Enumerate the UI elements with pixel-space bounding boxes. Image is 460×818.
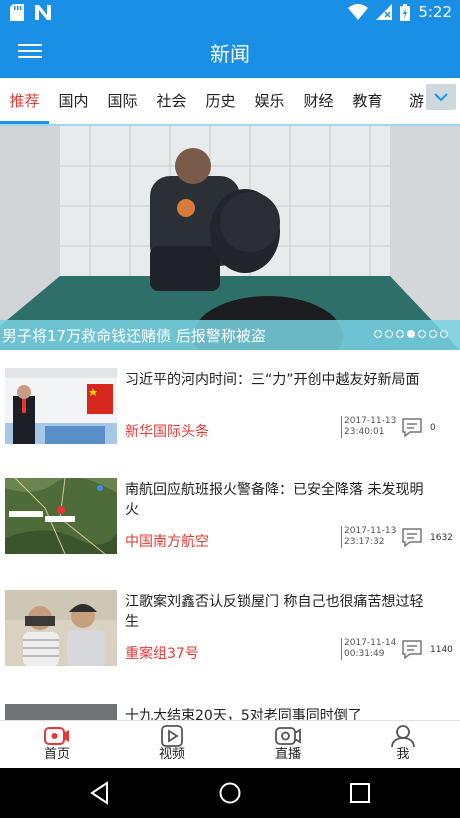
page-title: 新闻 [210, 42, 250, 66]
comment-count: 1140 [430, 645, 453, 655]
home-icon[interactable] [217, 780, 243, 806]
nav-home-label: 首页 [43, 747, 70, 762]
banner-image [0, 126, 460, 350]
nav-home[interactable]: 首页 [27, 721, 87, 769]
carousel-indicator [374, 330, 448, 338]
news-thumbnail [5, 478, 117, 554]
banner-caption-bar: 男子将17万救命钱还赌债 后报警称被盗 [0, 320, 460, 350]
nav-live-label: 直播 [274, 747, 301, 762]
chevron-down-icon [434, 93, 448, 102]
news-time: 2017-11-13 23:40:01 [341, 416, 396, 438]
carousel-dot[interactable] [374, 330, 382, 338]
bottom-navigation: 首页 视频 直播 我 [0, 720, 460, 769]
news-thumbnail [5, 590, 117, 666]
app-bar: 新闻 [0, 26, 460, 78]
news-source[interactable]: 新华国际头条 [125, 421, 209, 441]
news-time: 2017-11-14 00:31:49 [341, 638, 396, 660]
home-video-icon [44, 727, 69, 745]
news-item[interactable]: 十九大结束20天，5对老同事同时倒了 [0, 694, 460, 720]
carousel-dot[interactable] [440, 330, 448, 338]
tab-item[interactable]: 娱乐 [245, 78, 294, 124]
tab-item[interactable]: 国内 [49, 78, 98, 124]
back-icon[interactable] [87, 780, 113, 806]
comment-count: 1632 [430, 533, 453, 543]
person-icon [391, 725, 415, 748]
tab-item[interactable]: 教育 [343, 78, 392, 124]
nav-video-label: 视频 [158, 747, 185, 762]
banner-caption: 男子将17万救命钱还赌债 后报警称被盗 [2, 327, 266, 345]
comment-icon[interactable] [401, 418, 423, 438]
news-item[interactable]: 习近平的河内时间：三“力”开创中越友好新局面 新华国际头条 2017-11-13… [0, 358, 460, 468]
category-tabs: 推荐 国内 国际 社会 历史 娱乐 财经 教育游 [0, 78, 460, 126]
nav-video[interactable]: 视频 [142, 721, 202, 769]
news-headline: 习近平的河内时间：三“力”开创中越友好新局面 [125, 372, 420, 388]
news-headline: 江歌案刘鑫否认反锁屋门 称自己也很痛苦想过轻生 [125, 594, 424, 630]
carousel-dot[interactable] [429, 330, 437, 338]
notification-n-icon [35, 5, 51, 20]
nav-live[interactable]: 直播 [258, 721, 318, 769]
news-time: 2017-11-13 23:17:32 [341, 526, 396, 548]
tab-item[interactable]: 社会 [147, 78, 196, 124]
tab-item[interactable]: 推荐 [0, 78, 49, 124]
comment-icon[interactable] [401, 528, 423, 548]
news-source[interactable]: 重案组37号 [125, 643, 199, 663]
news-source[interactable]: 中国南方航空 [125, 531, 209, 551]
status-bar: 5:22 [0, 0, 460, 26]
news-item[interactable]: 南航回应航班报火警备降：已安全降落 未发现明火 中国南方航空 2017-11-1… [0, 468, 460, 578]
tab-item[interactable]: 历史 [196, 78, 245, 124]
signal-icon [376, 4, 393, 20]
carousel-dot[interactable] [385, 330, 393, 338]
tab-item[interactable]: 国际 [98, 78, 147, 124]
carousel-dot[interactable] [407, 330, 415, 338]
carousel-dot[interactable] [396, 330, 404, 338]
system-navigation-bar [0, 768, 460, 818]
banner-carousel[interactable]: 男子将17万救命钱还赌债 后报警称被盗 [0, 126, 460, 350]
news-thumbnail [5, 704, 117, 720]
status-time: 5:22 [418, 3, 452, 21]
expand-tabs-button[interactable] [426, 84, 456, 110]
tab-list: 推荐 国内 国际 社会 历史 娱乐 财经 教育游 [0, 78, 441, 124]
comment-count: 0 [430, 423, 436, 433]
sd-card-icon [10, 4, 24, 21]
news-headline: 十九大结束20天，5对老同事同时倒了 [125, 708, 362, 720]
battery-icon [400, 3, 411, 21]
wifi-icon [348, 4, 369, 20]
comment-icon[interactable] [401, 640, 423, 660]
camera-icon [275, 727, 301, 745]
news-item[interactable]: 江歌案刘鑫否认反锁屋门 称自己也很痛苦想过轻生 重案组37号 2017-11-1… [0, 580, 460, 690]
recents-icon[interactable] [347, 780, 373, 806]
news-thumbnail [5, 368, 117, 444]
nav-me-label: 我 [396, 747, 410, 762]
news-headline: 南航回应航班报火警备降：已安全降落 未发现明火 [125, 482, 424, 518]
tab-item[interactable]: 财经 [294, 78, 343, 124]
carousel-dot[interactable] [418, 330, 426, 338]
nav-me[interactable]: 我 [373, 721, 433, 769]
play-icon [161, 725, 183, 747]
